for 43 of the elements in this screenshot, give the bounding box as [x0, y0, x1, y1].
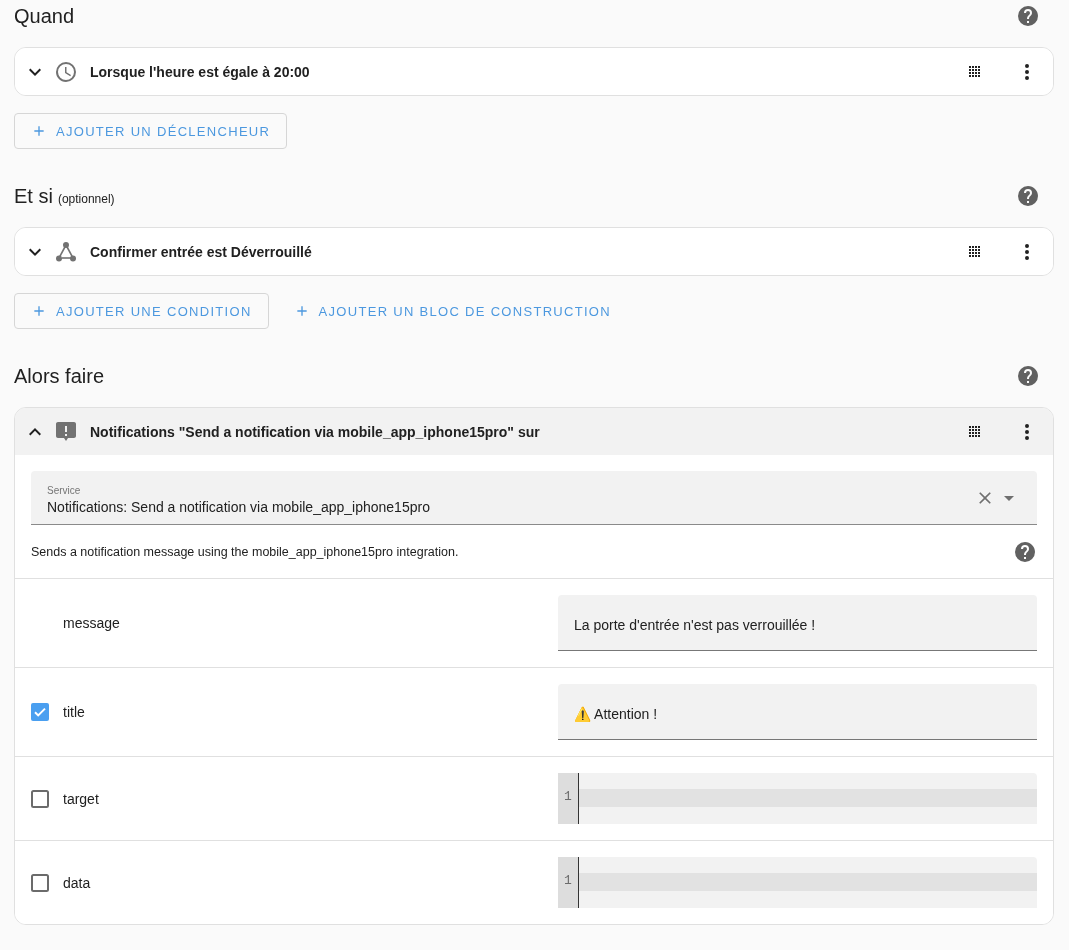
help-icon[interactable] [1016, 4, 1040, 28]
code-editor[interactable]: 1 [558, 773, 1037, 824]
chevron-up-icon[interactable] [29, 427, 41, 436]
help-icon[interactable] [1016, 184, 1040, 208]
checkbox[interactable] [31, 703, 49, 721]
field-value: La porte d'entrée n'est pas verrouillée ! [574, 616, 816, 633]
drag-handle-icon[interactable] [969, 66, 980, 77]
card-header[interactable]: Confirmer entrée est Déverrouillé [15, 228, 1053, 275]
plus-icon [31, 123, 47, 139]
drag-handle-icon[interactable] [969, 246, 980, 257]
chevron-down-icon[interactable] [29, 67, 41, 76]
card-title: Lorsque l'heure est égale à 20:00 [90, 63, 311, 80]
section-heading: Quand [14, 4, 75, 28]
drag-handle-icon[interactable] [969, 426, 980, 437]
help-icon[interactable] [1013, 539, 1037, 564]
code-editor[interactable]: 1 [558, 857, 1037, 908]
field-value: ⚠ Attention ! [574, 705, 658, 722]
help-icon[interactable] [1016, 364, 1040, 388]
section-heading: Et si [14, 184, 53, 208]
card-title: Confirmer entrée est Déverrouillé [90, 243, 313, 260]
text-field[interactable]: ⚠ Attention ! [558, 684, 1037, 740]
optional-note: (optionnel) [57, 191, 115, 206]
card-title: Notifications "Send a notification via mobile_app_iphone15pro" sur [90, 423, 541, 440]
line-number: 1 [564, 873, 572, 890]
chevron-down-icon[interactable] [29, 247, 41, 256]
field-label: Service [47, 484, 82, 496]
service-field[interactable]: Service Notifications: Send a notification via mobile_app_iphone15pro [31, 471, 1037, 525]
checkbox[interactable] [31, 873, 49, 892]
field-value: Notifications: Send a notification via mobile_app_iphone15pro [47, 498, 431, 515]
plus-icon [31, 303, 47, 319]
section-heading: Alors faire [14, 364, 105, 388]
parameter-name: title [63, 704, 86, 720]
service-description: Sends a notification message using the mobile_app_iphone15pro integration. [31, 544, 459, 559]
parameter-name: data [63, 874, 92, 891]
checkbox[interactable] [31, 789, 49, 808]
clock-icon [54, 59, 78, 84]
line-number: 1 [564, 789, 572, 806]
text-field[interactable]: La porte d'entrée n'est pas verrouillée ! [558, 595, 1037, 651]
parameter-name: target [63, 790, 100, 807]
card-header[interactable]: Notifications "Send a notification via mobile_app_iphone15pro" sur [15, 408, 1053, 455]
card-header[interactable]: Lorsque l'heure est égale à 20:00 [15, 48, 1053, 95]
node-graph-icon [54, 239, 78, 264]
parameter-name: message [63, 615, 121, 631]
